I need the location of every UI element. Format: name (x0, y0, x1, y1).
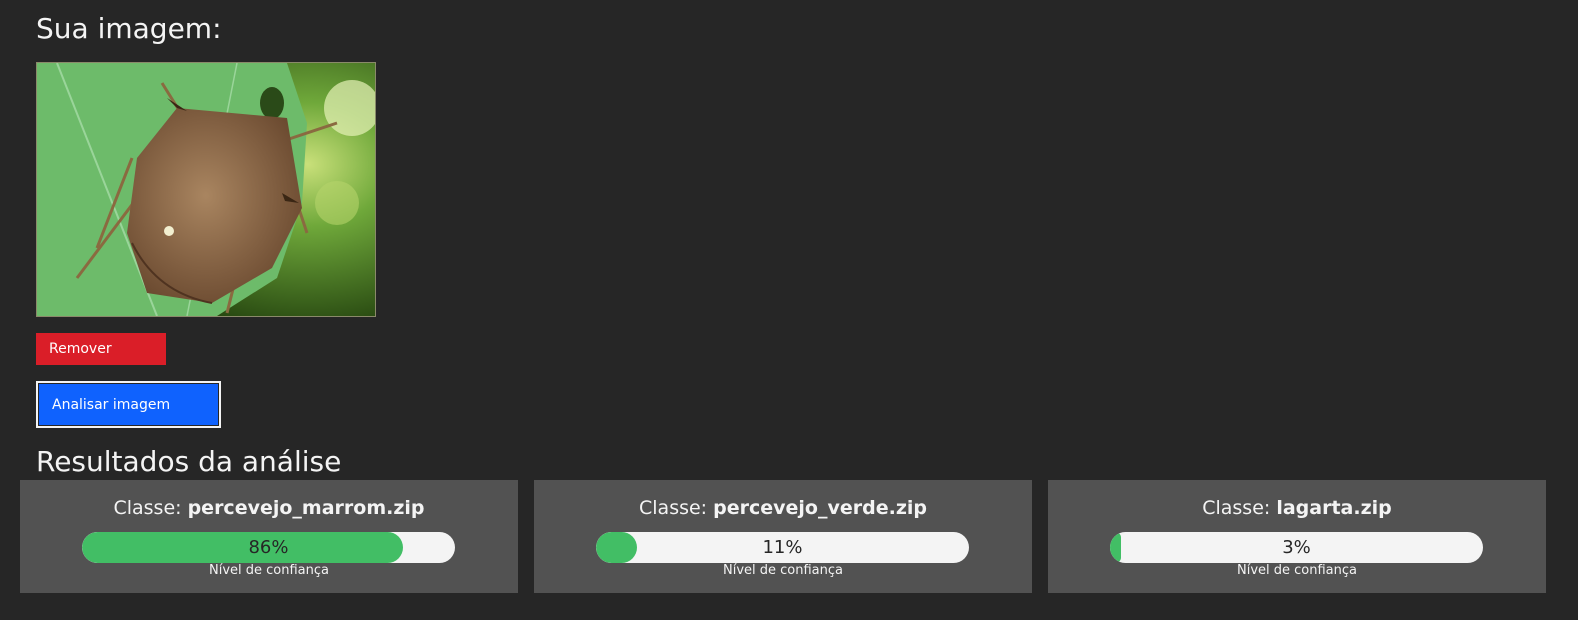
class-prefix: Classe: (113, 497, 182, 519)
remove-button[interactable]: Remover (36, 333, 166, 365)
class-prefix: Classe: (1202, 497, 1271, 519)
results-cards: Classe: percevejo_marrom.zip 86% Nível d… (20, 480, 1546, 593)
class-name: percevejo_marrom.zip (187, 497, 425, 519)
result-card: Classe: percevejo_verde.zip 11% Nível de… (534, 480, 1032, 593)
analyze-image-button[interactable]: Analisar imagem (36, 381, 221, 428)
confidence-value: 86% (248, 537, 289, 558)
class-name: percevejo_verde.zip (713, 497, 927, 519)
result-card: Classe: lagarta.zip 3% Nível de confianç… (1048, 480, 1546, 593)
confidence-value: 3% (1282, 537, 1311, 558)
confidence-caption: Nível de confiança (1236, 563, 1357, 578)
uploaded-image (36, 62, 376, 317)
class-label: Classe: percevejo_verde.zip (534, 497, 1032, 519)
confidence-bar: 11% (596, 532, 969, 563)
class-name: lagarta.zip (1276, 497, 1392, 519)
confidence-bar: 3% (1110, 532, 1483, 563)
class-prefix: Classe: (639, 497, 708, 519)
stink-bug-photo (37, 63, 375, 316)
class-label: Classe: percevejo_marrom.zip (20, 497, 518, 519)
confidence-value: 11% (762, 537, 803, 558)
uploaded-image-title: Sua imagem: (36, 12, 222, 45)
confidence-bar: 86% (82, 532, 455, 563)
results-title: Resultados da análise (36, 445, 342, 478)
confidence-caption: Nível de confiança (208, 563, 329, 578)
class-label: Classe: lagarta.zip (1048, 497, 1546, 519)
confidence-caption: Nível de confiança (722, 563, 843, 578)
result-card: Classe: percevejo_marrom.zip 86% Nível d… (20, 480, 518, 593)
